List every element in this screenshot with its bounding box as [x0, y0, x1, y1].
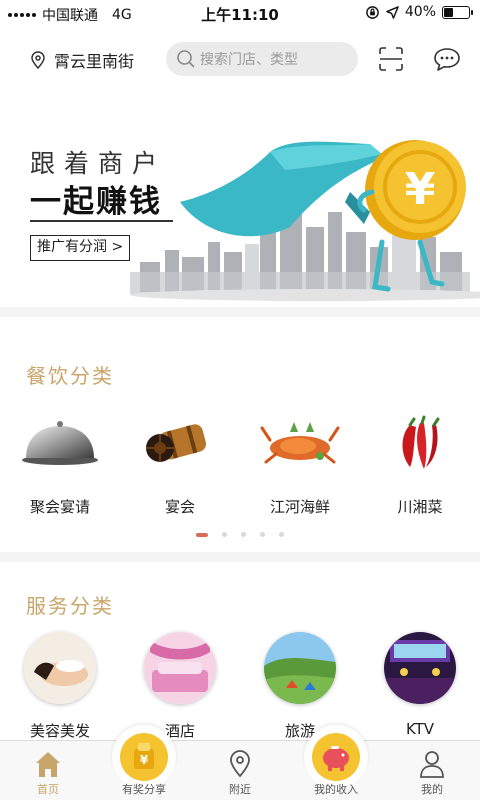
banner-cta-button[interactable]: 推广有分润 >	[30, 235, 131, 261]
dining-category-label: 宴会	[164, 498, 195, 516]
svg-text:¥: ¥	[140, 753, 149, 767]
search-placeholder: 搜索门店、类型	[200, 52, 298, 68]
carousel-page-indicator	[0, 532, 480, 537]
wine-barrel-icon	[125, 408, 235, 478]
service-category-item[interactable]: KTV	[360, 632, 480, 738]
app-home-page: 中国联通 4G 上午11:10 40% 霄云里南街 搜索门店、类型 跟着商户 一…	[0, 0, 480, 800]
page-dot[interactable]	[279, 532, 284, 537]
tab-label: 有奖分享	[122, 783, 166, 796]
travel-photo	[264, 632, 336, 704]
battery-percent: 40%	[404, 4, 436, 20]
dining-category-item[interactable]: 江河海鲜	[240, 408, 360, 517]
tab-nearby[interactable]: 附近	[192, 741, 288, 800]
page-dot[interactable]	[260, 532, 265, 537]
hotel-photo	[144, 632, 216, 704]
coin-symbol: ¥	[405, 164, 436, 215]
service-category-item[interactable]: 美容美发	[0, 632, 120, 741]
page-dot[interactable]	[222, 532, 227, 537]
page-dot[interactable]	[196, 532, 208, 537]
home-icon	[36, 752, 60, 777]
tab-home[interactable]: 首页	[0, 741, 96, 800]
section-divider	[0, 552, 480, 562]
banner-illustration: ¥	[130, 140, 480, 301]
tab-label: 附近	[229, 783, 251, 796]
cloche-icon	[5, 408, 115, 478]
map-pin-icon	[230, 750, 250, 778]
location-selector[interactable]: 霄云里南街	[30, 48, 134, 72]
tab-share-rewards[interactable]: ¥ 有奖分享	[96, 725, 192, 800]
battery-icon	[442, 5, 473, 19]
lock-rotation-icon	[366, 5, 379, 19]
top-header: 霄云里南街 搜索门店、类型	[0, 38, 480, 82]
status-bar: 中国联通 4G 上午11:10 40%	[0, 0, 480, 26]
chili-icon	[365, 408, 475, 478]
bottom-tab-bar: 首页 ¥ 有奖分享 附近 我的收入 我的	[0, 725, 480, 800]
beauty-photo	[24, 632, 96, 704]
tab-profile[interactable]: 我的	[384, 741, 480, 800]
message-icon[interactable]	[433, 46, 461, 72]
dining-section-title: 餐饮分类	[26, 364, 114, 388]
piggy-bank-icon	[312, 733, 360, 781]
search-icon	[177, 50, 195, 68]
user-icon	[420, 751, 444, 778]
location-pin-icon	[31, 51, 45, 69]
dining-category-label: 川湘菜	[397, 498, 443, 516]
location-label: 霄云里南街	[54, 52, 135, 71]
services-section-title: 服务分类	[26, 594, 114, 618]
dining-category-item[interactable]: 聚会宴请	[0, 408, 120, 517]
tab-my-income[interactable]: 我的收入	[288, 725, 384, 800]
section-divider	[0, 307, 480, 317]
location-arrow-icon	[386, 5, 399, 19]
search-input[interactable]: 搜索门店、类型	[166, 42, 358, 76]
gift-coin-icon: ¥	[120, 733, 168, 781]
tab-label: 我的	[421, 783, 443, 796]
dining-category-item[interactable]: 宴会	[120, 408, 240, 517]
page-dot[interactable]	[241, 532, 246, 537]
dining-category-label: 聚会宴请	[29, 498, 90, 516]
service-category-label: 美容美发	[29, 722, 90, 740]
tab-label: 我的收入	[314, 783, 358, 796]
service-category-label: KTV	[405, 720, 435, 738]
tab-label: 首页	[37, 783, 59, 796]
crab-icon	[245, 408, 355, 478]
dining-category-item[interactable]: 川湘菜	[360, 408, 480, 517]
dining-category-label: 江河海鲜	[269, 498, 330, 516]
scan-icon[interactable]	[378, 46, 404, 72]
promo-banner[interactable]: 跟着商户 一起赚钱 推广有分润 > ¥	[0, 92, 480, 307]
ktv-photo	[384, 632, 456, 704]
